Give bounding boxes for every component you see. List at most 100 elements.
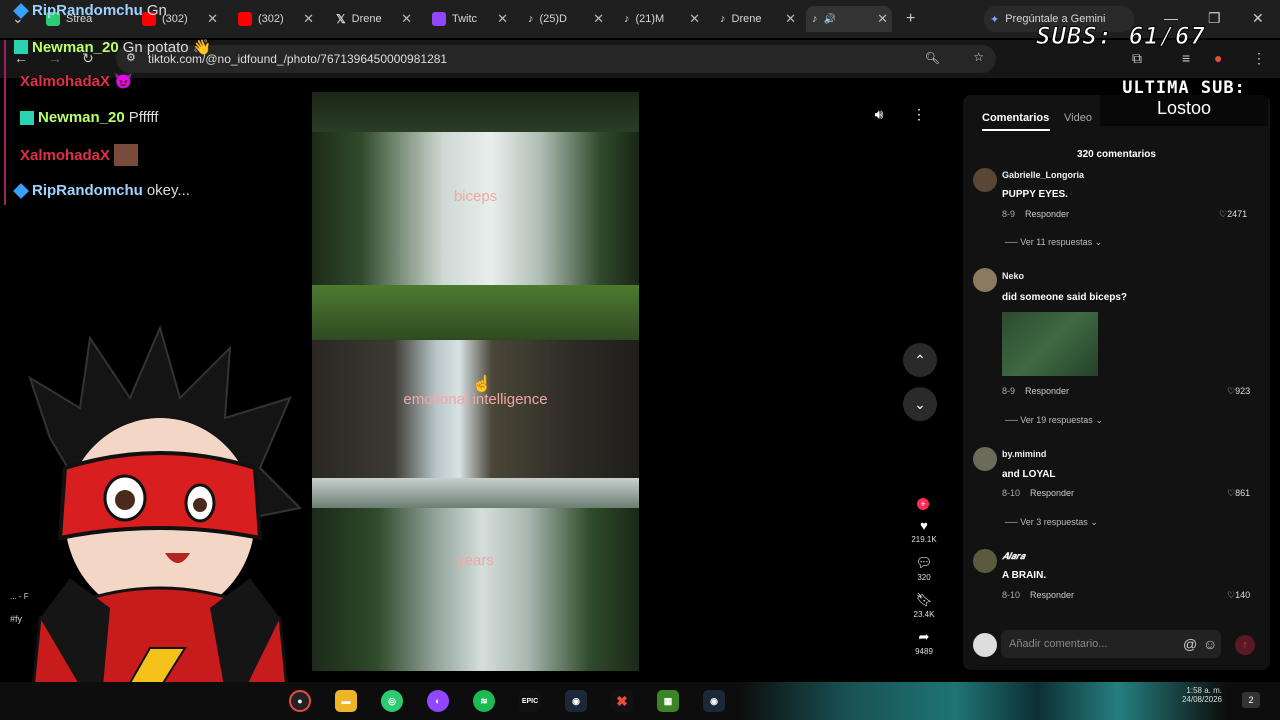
- comment-user[interactable]: Gabrielle_Longoria: [1002, 170, 1084, 180]
- twitch-favicon-icon: [432, 12, 446, 26]
- tab-videos[interactable]: Video: [1064, 112, 1092, 124]
- menu-icon[interactable]: ⋮: [1252, 50, 1266, 67]
- close-icon[interactable]: ✕: [689, 11, 700, 27]
- chat-message: Newman_20 Pfffff: [20, 109, 158, 126]
- chat-text: Pfffff: [128, 109, 159, 126]
- share-button[interactable]: ➦ 9489: [904, 629, 944, 656]
- save-button[interactable]: 🔖︎ 23.4K: [904, 592, 944, 619]
- last-sub-name: Lostoo: [1156, 98, 1212, 118]
- chat-user: RipRandomchu: [32, 182, 143, 199]
- tab-7[interactable]: ♪ (21)M ✕: [618, 6, 704, 32]
- comment-date: 8-10: [1002, 590, 1021, 600]
- extensions-icon[interactable]: ⧉: [1132, 50, 1142, 67]
- close-icon[interactable]: ✕: [593, 11, 604, 27]
- tab-6[interactable]: ♪ (25)D ✕: [522, 6, 608, 32]
- close-icon[interactable]: ✕: [785, 11, 796, 27]
- comment-input[interactable]: Añadir comentario... @ ☺: [1001, 630, 1221, 658]
- reply-button[interactable]: Responder: [1030, 488, 1074, 498]
- clock-time: 1:58 a. m.: [1186, 686, 1222, 695]
- tab-8[interactable]: ♪ Drene ✕: [714, 6, 800, 32]
- spotify-icon[interactable]: ≋: [473, 690, 495, 712]
- notification-badge[interactable]: 2: [1242, 692, 1260, 708]
- close-icon[interactable]: ✕: [401, 11, 412, 27]
- tab-label: (21)M: [635, 13, 665, 25]
- emoji-icon[interactable]: ☺: [1203, 636, 1217, 652]
- vtuber-avatar: [28, 325, 303, 720]
- like-count[interactable]: ♡2471: [1219, 209, 1247, 220]
- minecraft-icon[interactable]: ▦: [657, 690, 679, 712]
- like-count[interactable]: ♡861: [1227, 488, 1250, 499]
- avatar[interactable]: [973, 549, 997, 573]
- star-icon[interactable]: ☆: [973, 50, 984, 64]
- tab-label: Drene: [351, 13, 382, 25]
- sub-badge-icon: [20, 110, 34, 125]
- chat-user: XalmohadaX: [20, 72, 111, 90]
- view-replies[interactable]: ── Ver 3 respuestas ⌄: [1005, 517, 1098, 528]
- folder-icon[interactable]: ▬: [335, 690, 357, 712]
- xbox-icon[interactable]: ◎: [381, 690, 403, 712]
- chat-border: [4, 40, 6, 205]
- obs-icon[interactable]: ●: [289, 690, 311, 712]
- profile-icon[interactable]: ●: [1214, 50, 1222, 66]
- chat-user: RipRandomchu: [32, 2, 143, 19]
- reply-button[interactable]: Responder: [1025, 386, 1069, 396]
- new-tab-icon[interactable]: +: [906, 10, 915, 28]
- steam-icon[interactable]: ◉: [565, 690, 587, 712]
- reply-button[interactable]: Responder: [1025, 209, 1069, 219]
- tab-comments[interactable]: Comentarios: [982, 112, 1049, 124]
- close-icon[interactable]: ✕: [877, 11, 888, 27]
- sky: [312, 478, 639, 508]
- view-replies[interactable]: ── Ver 19 respuestas ⌄: [1005, 415, 1103, 426]
- zoom-icon[interactable]: 🔍︎: [925, 51, 940, 65]
- send-button[interactable]: ↑: [1235, 635, 1255, 655]
- reply-button[interactable]: Responder: [1030, 590, 1074, 600]
- cube-badge-icon: [13, 182, 29, 199]
- steam-app-icon[interactable]: ◉: [703, 690, 725, 712]
- like-button[interactable]: ♥ 219.1K: [904, 518, 944, 544]
- close-icon[interactable]: ✕: [207, 11, 218, 27]
- comment-button[interactable]: 💬︎ 320: [904, 555, 944, 582]
- sub-counter: SUBS: 61/67: [1036, 22, 1206, 51]
- address-bar[interactable]: ⚙ tiktok.com/@no_idfound_/photo/76713964…: [116, 45, 996, 73]
- epic-games-icon[interactable]: EPIC: [519, 690, 541, 712]
- next-video-button[interactable]: ⌄: [903, 387, 937, 421]
- comment-user[interactable]: by.mimind: [1002, 449, 1046, 459]
- comment-user[interactable]: 𝑨𝒍𝒂𝒓𝒂: [1002, 551, 1025, 562]
- chat-message: RipRandomchu okey...: [13, 182, 190, 199]
- previous-video-button[interactable]: ⌃: [903, 343, 937, 377]
- last-sub-label: ULTIMA SUB:: [1122, 78, 1246, 98]
- avatar[interactable]: [973, 447, 997, 471]
- clock[interactable]: 1:58 a. m. 24/08/2026: [1170, 686, 1222, 704]
- discord-icon[interactable]: ◐: [427, 690, 449, 712]
- sub-badge-icon: [14, 40, 28, 54]
- tab-5[interactable]: Twitc ✕: [426, 6, 512, 32]
- mention-icon[interactable]: @: [1183, 636, 1197, 652]
- close-window-icon[interactable]: ✕: [1252, 10, 1264, 27]
- close-icon[interactable]: ✕: [303, 11, 314, 27]
- tab-4[interactable]: 𝕏 Drene ✕: [330, 6, 416, 32]
- comment-user[interactable]: Neko: [1002, 271, 1024, 281]
- like-value: 140: [1235, 590, 1251, 600]
- tab-3[interactable]: (302) ✕: [232, 6, 318, 32]
- chat-message: RipRandomchu Gn: [13, 2, 167, 19]
- chrome-icon[interactable]: ✖: [611, 690, 633, 712]
- comment-image[interactable]: [1002, 312, 1098, 376]
- like-count[interactable]: ♡140: [1227, 590, 1250, 601]
- restore-icon[interactable]: ❐: [1208, 10, 1221, 27]
- follow-dot-icon[interactable]: +: [917, 498, 929, 510]
- gemini-icon: ✦: [990, 13, 1000, 26]
- share-count: 9489: [915, 647, 933, 656]
- chat-user: Newman_20: [38, 109, 125, 126]
- like-count[interactable]: ♡923: [1227, 386, 1250, 397]
- taskbar: [0, 682, 1280, 720]
- mouse-cursor-icon: ☝: [472, 376, 492, 393]
- volume-icon[interactable]: 🔊︎: [862, 97, 896, 131]
- more-options-icon[interactable]: ⋮: [902, 97, 936, 131]
- media-icon[interactable]: ≡: [1182, 50, 1190, 66]
- close-icon[interactable]: ✕: [497, 11, 508, 27]
- avatar[interactable]: [973, 168, 997, 192]
- tab-active[interactable]: ♪ 🔊 ✕: [806, 6, 892, 32]
- view-replies-label: Ver 3 respuestas: [1020, 517, 1088, 527]
- avatar[interactable]: [973, 268, 997, 292]
- view-replies[interactable]: ── Ver 11 respuestas ⌄: [1005, 237, 1102, 248]
